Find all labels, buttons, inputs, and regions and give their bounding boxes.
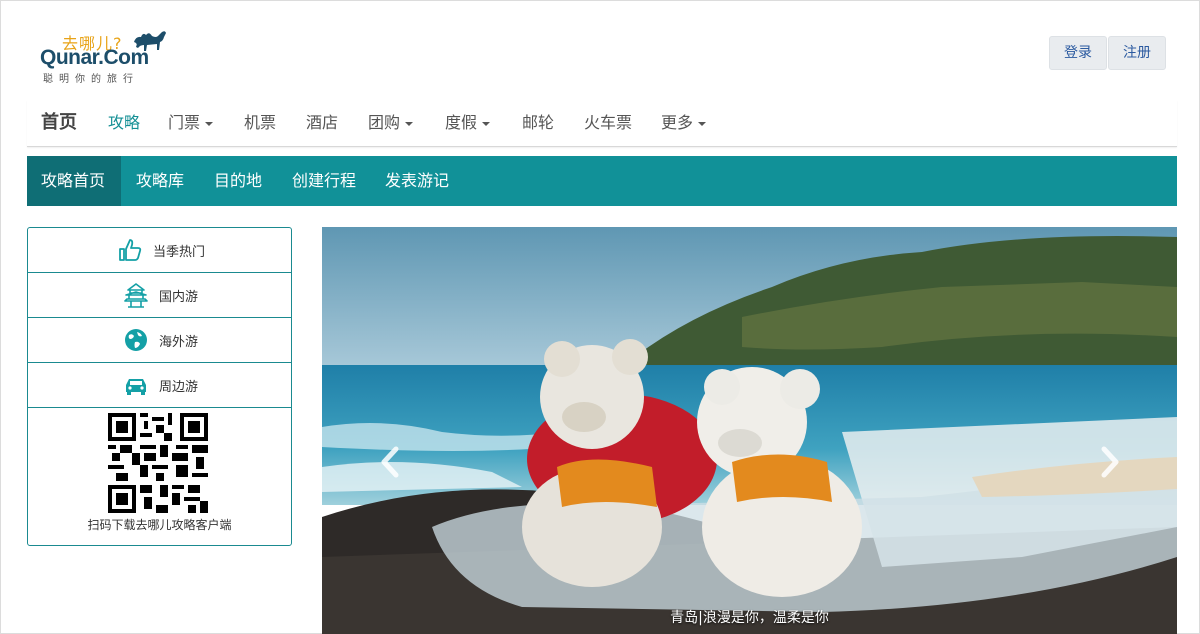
sidebar-item-overseas[interactable]: 海外游 [28,318,291,363]
caret-down-icon [698,121,707,126]
nav-vacation-label: 度假 [445,113,478,132]
sidebar-item-domestic[interactable]: 国内游 [28,273,291,318]
nav-more-label: 更多 [661,113,694,132]
nav-flights[interactable]: 机票 [244,109,276,133]
logo-slogan: 聪明你的旅行 [43,74,139,85]
nav-train-label: 火车票 [584,113,633,132]
nav-train[interactable]: 火车票 [584,109,632,133]
nav-vacation[interactable]: 度假 [445,109,491,133]
sidebar-item-label: 周边游 [159,380,199,395]
nav-home[interactable]: 首页 [41,108,77,134]
sidebar-item-label: 当季热门 [153,245,206,260]
subnav-create-itinerary[interactable]: 创建行程 [278,156,370,206]
nav-group-buy-label: 团购 [368,113,401,132]
nav-group-buy[interactable]: 团购 [368,109,414,133]
carousel-caption: 青岛|浪漫是你，温柔是你 [670,610,829,626]
caret-down-icon [405,121,414,126]
nav-cruise-label: 邮轮 [522,113,555,132]
caret-down-icon [482,121,491,126]
sidebar-item-label: 海外游 [159,335,199,350]
logo-en-text: Qunar.Com [40,46,149,69]
guides-subnav: 攻略首页 攻略库 目的地 创建行程 发表游记 [27,156,1177,206]
subnav-destinations[interactable]: 目的地 [200,156,276,206]
nav-hotels[interactable]: 酒店 [306,109,338,133]
carousel-indicators [722,627,778,634]
top-nav: 首页 攻略 门票 机票 酒店 团购 度假 邮轮 火车票 更多 [27,100,1177,147]
nav-cruise[interactable]: 邮轮 [522,109,554,133]
pagoda-icon [124,283,148,308]
hero-slide-image [322,227,1177,634]
carousel-next-arrow-icon[interactable] [1096,445,1122,479]
qr-code-image [108,413,208,513]
sidebar-item-nearby[interactable]: 周边游 [28,363,291,408]
globe-icon [125,329,147,351]
nav-flights-label: 机票 [244,113,277,132]
carousel-prev-arrow-icon[interactable] [378,445,404,479]
nav-guides[interactable]: 攻略 [108,109,140,133]
subnav-guides-home[interactable]: 攻略首页 [27,156,121,206]
sidebar-item-seasonal-hot[interactable]: 当季热门 [28,228,291,273]
qr-caption: 扫码下载去哪儿攻略客户端 [87,518,232,532]
login-button[interactable]: 登录 [1049,36,1107,70]
car-icon [126,379,146,395]
caret-down-icon [205,121,214,126]
nav-hotels-label: 酒店 [306,113,339,132]
qunar-logo[interactable]: 去哪儿? Qunar.Com 聪明你的旅行 [40,26,180,86]
hero-carousel[interactable]: 青岛|浪漫是你，温柔是你 [322,227,1177,634]
nav-tickets[interactable]: 门票 [168,109,214,133]
subnav-guide-library[interactable]: 攻略库 [122,156,198,206]
nav-more[interactable]: 更多 [661,109,707,133]
nav-tickets-label: 门票 [168,113,201,132]
register-button[interactable]: 注册 [1108,36,1166,70]
sidebar-item-label: 国内游 [159,290,199,305]
thumbs-up-icon [119,239,142,261]
nav-guides-label: 攻略 [108,113,141,132]
category-sidebar: 当季热门 国内游 海外游 周边游 扫码下载去哪儿攻略客户端 [27,227,292,546]
subnav-post-travelogue[interactable]: 发表游记 [371,156,463,206]
